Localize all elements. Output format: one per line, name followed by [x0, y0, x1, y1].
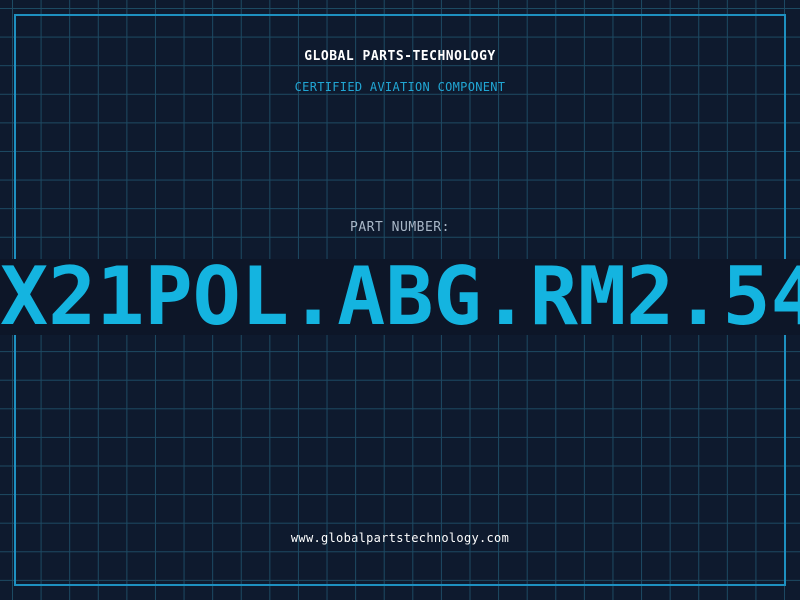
website-url[interactable]: www.globalpartstechnology.com [0, 531, 800, 545]
part-number-label: PART NUMBER: [350, 220, 450, 235]
part-number-value: X21POL.ABG.RM2.54S [0, 259, 800, 335]
tagline: CERTIFIED AVIATION COMPONENT [294, 80, 506, 94]
company-name: GLOBAL PARTS-TECHNOLOGY [304, 49, 496, 64]
part-number-band: X21POL.ABG.RM2.54S [0, 259, 800, 335]
